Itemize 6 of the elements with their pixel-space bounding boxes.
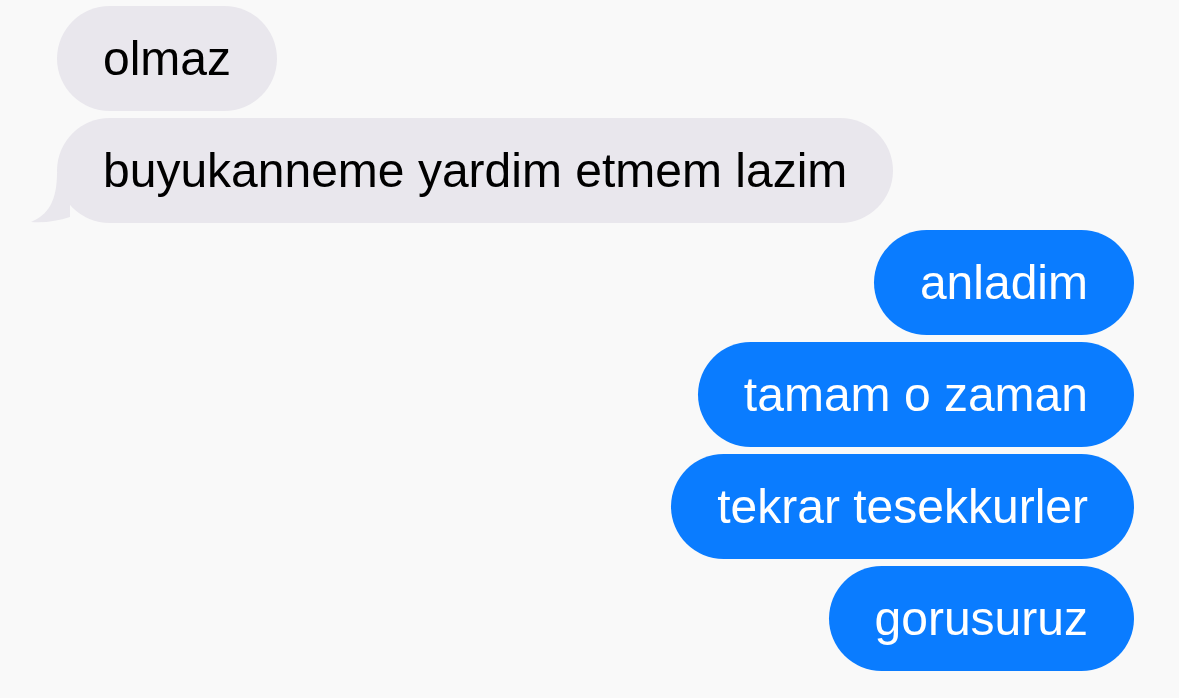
message-bubble: anladim: [873, 230, 1134, 335]
message-bubble: olmaz: [57, 6, 278, 111]
message-bubble: gorusuruz: [828, 566, 1134, 671]
message-bubble: tekrar tesekkurler: [671, 454, 1134, 559]
message-bubble: tamam o zaman: [697, 342, 1134, 447]
message-bubble: buyukanneme yardim etmem lazim: [57, 118, 894, 223]
